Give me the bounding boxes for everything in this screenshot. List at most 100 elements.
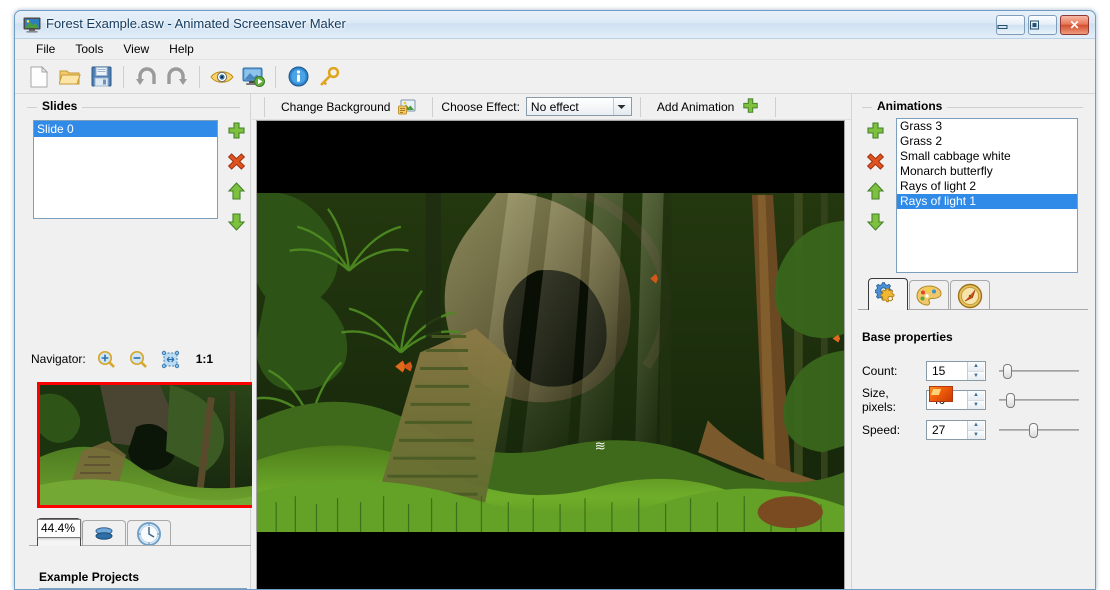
- tab-motion[interactable]: [950, 280, 990, 310]
- menu-file[interactable]: File: [27, 40, 64, 58]
- chevron-down-icon[interactable]: [612, 98, 630, 115]
- redo-icon[interactable]: [163, 63, 191, 91]
- move-slide-down-button[interactable]: [225, 210, 247, 232]
- undo-icon[interactable]: [132, 63, 160, 91]
- window-controls: ✕: [996, 15, 1089, 35]
- menu-bar: File Tools View Help: [15, 39, 1095, 60]
- animations-list[interactable]: Grass 3 Grass 2 Small cabbage white Mona…: [896, 118, 1078, 273]
- slides-buttons: [225, 120, 247, 232]
- center-panel: Change Background Choose Effect: No effe…: [252, 94, 851, 589]
- slides-group-title: Slides: [37, 99, 83, 113]
- menu-view[interactable]: View: [114, 40, 158, 58]
- list-item[interactable]: Rays of light 2: [897, 179, 1077, 194]
- toolbar-separator-3: [275, 65, 276, 88]
- zoom-in-icon[interactable]: [96, 348, 118, 370]
- tab-timing[interactable]: [127, 520, 171, 546]
- size-slider[interactable]: [999, 390, 1079, 410]
- count-slider-knob[interactable]: [1003, 364, 1012, 379]
- speed-stepper[interactable]: 27 ▲ ▼: [926, 420, 986, 440]
- list-item[interactable]: Monarch butterfly: [897, 164, 1077, 179]
- add-animation-label: Add Animation: [656, 99, 735, 114]
- list-item[interactable]: Grass 3: [897, 119, 1077, 134]
- slide-preview-canvas[interactable]: ≋: [256, 120, 845, 589]
- main-toolbar: [15, 60, 1095, 94]
- spin-down-icon[interactable]: ▼: [968, 399, 984, 409]
- move-animation-down-button[interactable]: [864, 210, 886, 232]
- list-item[interactable]: Small cabbage white: [897, 149, 1077, 164]
- list-item[interactable]: Slide 0: [34, 121, 217, 137]
- desktop-background: Forest Example.asw - Animated Screensave…: [0, 0, 1110, 590]
- speed-value[interactable]: 27: [927, 423, 967, 437]
- new-icon[interactable]: [25, 63, 53, 91]
- navigator-label: Navigator:: [31, 352, 86, 366]
- minimize-button[interactable]: [996, 15, 1025, 35]
- effect-select-value: No effect: [530, 99, 579, 114]
- move-animation-up-button[interactable]: [864, 180, 886, 202]
- count-slider[interactable]: [999, 361, 1079, 381]
- property-row-size: Size, pixels: 40 ▲ ▼: [862, 386, 1090, 414]
- tab-layers[interactable]: [82, 520, 126, 546]
- change-background-button[interactable]: Change Background: [273, 97, 424, 117]
- speed-slider[interactable]: [999, 420, 1079, 440]
- tab-appearance[interactable]: [909, 280, 949, 310]
- main-body: Slides Slide 0 Navigator: 1:1 44.4% Exam…: [15, 94, 1095, 589]
- window-title: Forest Example.asw - Animated Screensave…: [46, 16, 346, 31]
- preview-eye-icon[interactable]: [208, 63, 236, 91]
- menu-tools[interactable]: Tools: [66, 40, 112, 58]
- speed-slider-track: [999, 429, 1079, 431]
- example-projects-title: Example Projects: [39, 570, 140, 584]
- title-bar: Forest Example.asw - Animated Screensave…: [15, 11, 1095, 39]
- maximize-button[interactable]: [1028, 15, 1057, 35]
- menu-help[interactable]: Help: [160, 40, 203, 58]
- letterbox-top: [257, 121, 844, 193]
- minimize-glyph: [997, 21, 1024, 30]
- size-spin-buttons[interactable]: ▲ ▼: [967, 391, 984, 409]
- spin-up-icon[interactable]: ▲: [968, 391, 984, 400]
- speed-slider-knob[interactable]: [1029, 423, 1039, 438]
- move-slide-up-button[interactable]: [225, 180, 247, 202]
- list-item[interactable]: Grass 2: [897, 134, 1077, 149]
- toolbar-separator-1: [123, 65, 124, 88]
- clock-icon: [136, 521, 162, 547]
- property-row-count: Count: 15 ▲ ▼: [862, 360, 1090, 382]
- fit-to-window-icon[interactable]: [160, 348, 182, 370]
- spin-down-icon[interactable]: ▼: [968, 370, 984, 380]
- run-screensaver-icon[interactable]: [239, 63, 267, 91]
- maximize-glyph: [1029, 20, 1056, 30]
- gears-icon: [875, 281, 901, 308]
- delete-animation-button[interactable]: [864, 150, 886, 172]
- change-background-label: Change Background: [281, 99, 391, 114]
- key-icon[interactable]: [315, 63, 343, 91]
- zoom-percentage-tooltip: 44.4%: [37, 519, 82, 538]
- open-icon[interactable]: [56, 63, 84, 91]
- save-icon[interactable]: [87, 63, 115, 91]
- slides-list[interactable]: Slide 0: [33, 120, 218, 219]
- add-slide-button[interactable]: [225, 120, 247, 142]
- add-animation-button[interactable]: [864, 120, 886, 142]
- zoom-out-icon[interactable]: [128, 348, 150, 370]
- left-panel: Slides Slide 0 Navigator: 1:1 44.4% Exam…: [15, 94, 261, 589]
- application-window: Forest Example.asw - Animated Screensave…: [14, 10, 1096, 590]
- count-label: Count:: [862, 364, 898, 378]
- delete-slide-button[interactable]: [225, 150, 247, 172]
- speed-spin-buttons[interactable]: ▲ ▼: [967, 421, 984, 439]
- spin-up-icon[interactable]: ▲: [968, 421, 984, 430]
- effect-select[interactable]: No effect: [525, 97, 632, 116]
- slides-groupbox: Slides: [23, 99, 242, 113]
- count-stepper[interactable]: 15 ▲ ▼: [926, 361, 986, 381]
- info-icon[interactable]: [284, 63, 312, 91]
- navigator-toolbar: Navigator: 1:1: [31, 346, 243, 372]
- count-value[interactable]: 15: [927, 364, 967, 378]
- close-button[interactable]: ✕: [1060, 15, 1089, 35]
- navigator-thumbnail[interactable]: [37, 382, 261, 508]
- list-item[interactable]: Rays of light 1: [897, 194, 1077, 209]
- green-plus-icon: [742, 98, 759, 115]
- screen-picture-icon: [23, 16, 41, 33]
- size-slider-knob[interactable]: [1006, 393, 1016, 408]
- count-spin-buttons[interactable]: ▲ ▼: [967, 362, 984, 380]
- spin-down-icon[interactable]: ▼: [968, 429, 984, 439]
- add-animation-toolbar-button[interactable]: Add Animation: [649, 96, 767, 117]
- tab-base-properties[interactable]: [868, 278, 908, 310]
- base-properties-title: Base properties: [862, 330, 953, 344]
- spin-up-icon[interactable]: ▲: [968, 362, 984, 371]
